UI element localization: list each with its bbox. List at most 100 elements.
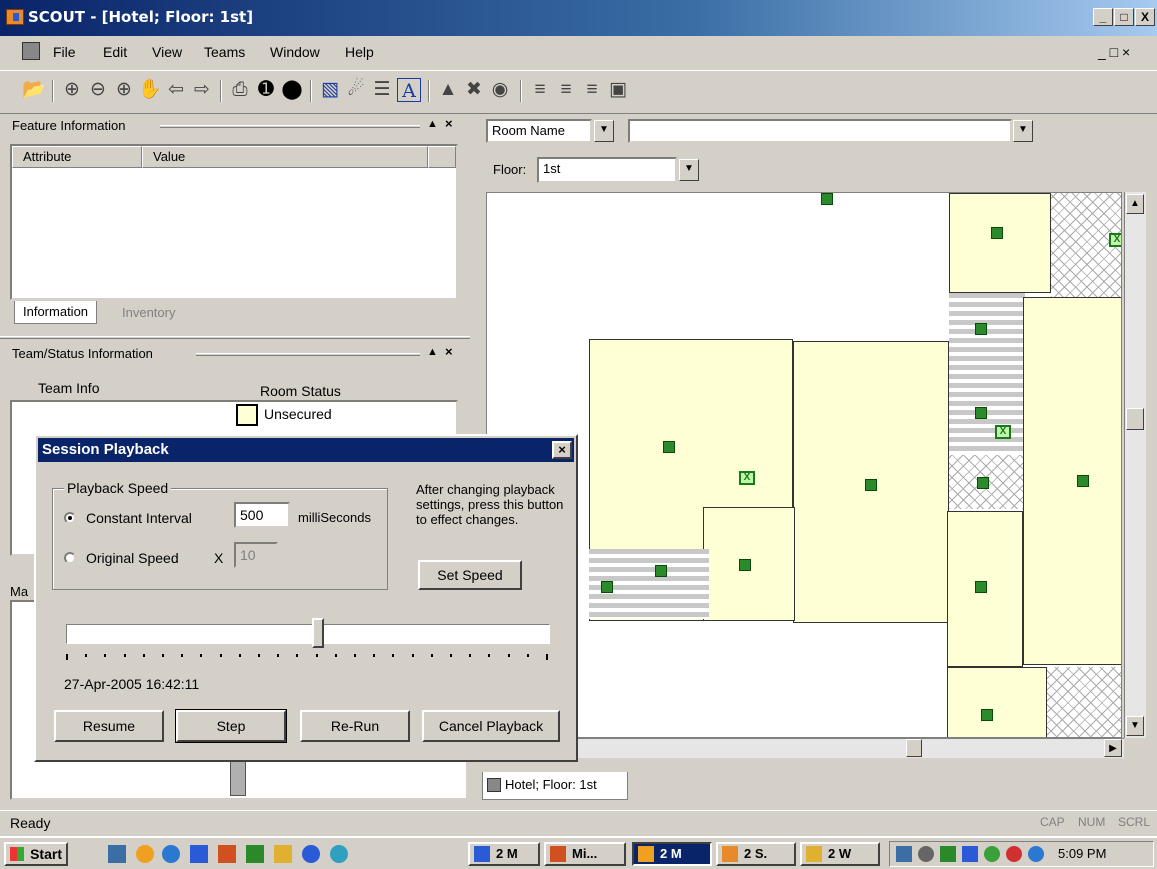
maximize-button[interactable]: □	[1114, 8, 1134, 26]
globe-icon[interactable]: ◉	[488, 78, 512, 102]
menu-help[interactable]: Help	[345, 44, 374, 60]
column-header-value[interactable]: Value	[142, 146, 428, 168]
sensor-marker-icon[interactable]	[739, 559, 751, 571]
alert-marker-icon[interactable]: X	[995, 425, 1011, 439]
minimize-button[interactable]: _	[1093, 8, 1113, 26]
set-speed-button[interactable]: Set Speed	[418, 560, 522, 590]
info-icon[interactable]: ➊	[254, 78, 278, 102]
restricted-area[interactable]	[1047, 667, 1121, 737]
scroll-down-button[interactable]: ▼	[1126, 716, 1144, 736]
filter-value-dropdown[interactable]: ▼	[1013, 120, 1033, 142]
panel-close-icon[interactable]: ×	[445, 116, 453, 131]
constant-interval-radio[interactable]	[64, 512, 76, 524]
layers-icon[interactable]: ☰	[370, 78, 394, 102]
task-button-explorer[interactable]: 2 W	[800, 842, 880, 866]
word-icon[interactable]	[190, 845, 208, 863]
room[interactable]	[949, 193, 1051, 293]
tab-inventory[interactable]: Inventory	[114, 302, 183, 324]
stack-layers-icon[interactable]: ≡	[554, 78, 578, 102]
menu-edit[interactable]: Edit	[103, 44, 127, 60]
media-player-icon[interactable]	[302, 845, 320, 863]
task-button-powerpoint[interactable]: Mi...	[544, 842, 626, 866]
zoom-out-icon[interactable]: ⊖	[86, 78, 110, 102]
tab-information[interactable]: Information	[14, 301, 98, 324]
scroll-right-button[interactable]: ▶	[1104, 739, 1122, 757]
rerun-button[interactable]: Re-Run	[300, 710, 410, 742]
document-icon[interactable]	[22, 42, 40, 60]
playback-slider-thumb[interactable]	[311, 618, 324, 648]
alert-marker-icon[interactable]: X	[739, 471, 755, 485]
forward-arrow-icon[interactable]: ⇨	[190, 78, 214, 102]
horizontal-scroll-thumb[interactable]	[906, 739, 922, 757]
filter-field-select[interactable]: Room Name	[486, 119, 592, 143]
powerpoint-icon[interactable]	[218, 845, 236, 863]
sensor-marker-icon[interactable]	[821, 193, 833, 205]
pan-hand-icon[interactable]: ✋	[138, 78, 162, 102]
scout-app-icon[interactable]	[6, 9, 24, 25]
cancel-playback-button[interactable]: Cancel Playback	[422, 710, 560, 742]
sensor-marker-icon[interactable]	[975, 323, 987, 335]
map-canvas[interactable]: X X X	[486, 192, 1122, 738]
floor-select[interactable]: 1st	[537, 157, 677, 183]
original-speed-radio[interactable]	[64, 552, 76, 564]
mdi-controls[interactable]: _ □ ×	[1098, 44, 1130, 60]
tray-network-icon[interactable]	[896, 846, 912, 862]
column-header-attribute[interactable]: Attribute	[12, 146, 142, 168]
floor-block-icon[interactable]: ▣	[606, 78, 630, 102]
open-folder-icon[interactable]: 📂	[22, 78, 46, 102]
floor-dropdown[interactable]: ▼	[679, 159, 699, 181]
stack-layers-icon[interactable]: ≡	[580, 78, 604, 102]
team-icon[interactable]: ▧	[318, 78, 342, 102]
text-label-icon[interactable]: A	[397, 78, 421, 102]
dialog-close-button[interactable]: ×	[552, 441, 572, 459]
sensor-marker-icon[interactable]	[981, 709, 993, 721]
corridor[interactable]	[949, 293, 1025, 453]
route-icon[interactable]: ☄	[344, 78, 368, 102]
taskbar-clock[interactable]: 5:09 PM	[1058, 846, 1106, 861]
sensor-marker-icon[interactable]	[865, 479, 877, 491]
zoom-in-icon[interactable]: ⊕	[60, 78, 84, 102]
panel-close-icon[interactable]: ×	[445, 344, 453, 359]
alert-marker-icon[interactable]: X	[1109, 233, 1121, 247]
internet-explorer-icon[interactable]	[162, 845, 180, 863]
vertical-scrollbar[interactable]	[1124, 192, 1146, 738]
task-button-active[interactable]: 2 M	[632, 842, 712, 866]
folder-icon[interactable]	[274, 845, 292, 863]
triangle-icon[interactable]: ▲	[436, 78, 460, 102]
filter-field-dropdown[interactable]: ▼	[594, 120, 614, 142]
tray-update-icon[interactable]	[1028, 846, 1044, 862]
sensor-marker-icon[interactable]	[663, 441, 675, 453]
tray-alert-icon[interactable]	[1006, 846, 1022, 862]
tray-messenger-icon[interactable]	[984, 846, 1000, 862]
sensor-marker-icon[interactable]	[991, 227, 1003, 239]
tray-antivirus-icon[interactable]	[940, 846, 956, 862]
tray-shield-icon[interactable]	[962, 846, 978, 862]
scroll-up-button[interactable]: ▲	[1126, 194, 1144, 214]
clock-app-icon[interactable]	[136, 845, 154, 863]
menu-file[interactable]: File	[53, 44, 76, 60]
back-arrow-icon[interactable]: ⇦	[164, 78, 188, 102]
room[interactable]	[947, 667, 1047, 737]
close-button[interactable]: X	[1135, 8, 1155, 26]
sensor-marker-icon[interactable]	[601, 581, 613, 593]
panel-collapse-icon[interactable]: ▲	[427, 346, 438, 358]
sensor-marker-icon[interactable]	[1077, 475, 1089, 487]
menu-teams[interactable]: Teams	[204, 44, 245, 60]
search-icon[interactable]	[330, 845, 348, 863]
zoom-extent-icon[interactable]: ⊕	[112, 78, 136, 102]
quicklaunch-icon[interactable]	[108, 845, 126, 863]
sensor-marker-icon[interactable]	[977, 477, 989, 489]
tray-disc-icon[interactable]	[918, 846, 934, 862]
filter-value-select[interactable]	[628, 119, 1012, 143]
task-button-word[interactable]: 2 M	[468, 842, 540, 866]
excel-icon[interactable]	[246, 845, 264, 863]
panel-collapse-icon[interactable]: ▲	[427, 118, 438, 130]
task-button-scout[interactable]: 2 S.	[716, 842, 796, 866]
document-tab[interactable]: Hotel; Floor: 1st	[482, 772, 628, 800]
interval-input[interactable]: 500	[234, 502, 290, 528]
horizontal-scrollbar[interactable]	[486, 738, 1124, 758]
original-speed-input[interactable]: 10	[234, 542, 278, 568]
circle-select-icon[interactable]: ⬤	[280, 78, 304, 102]
menu-view[interactable]: View	[152, 44, 182, 60]
playback-slider-track[interactable]	[66, 624, 550, 644]
